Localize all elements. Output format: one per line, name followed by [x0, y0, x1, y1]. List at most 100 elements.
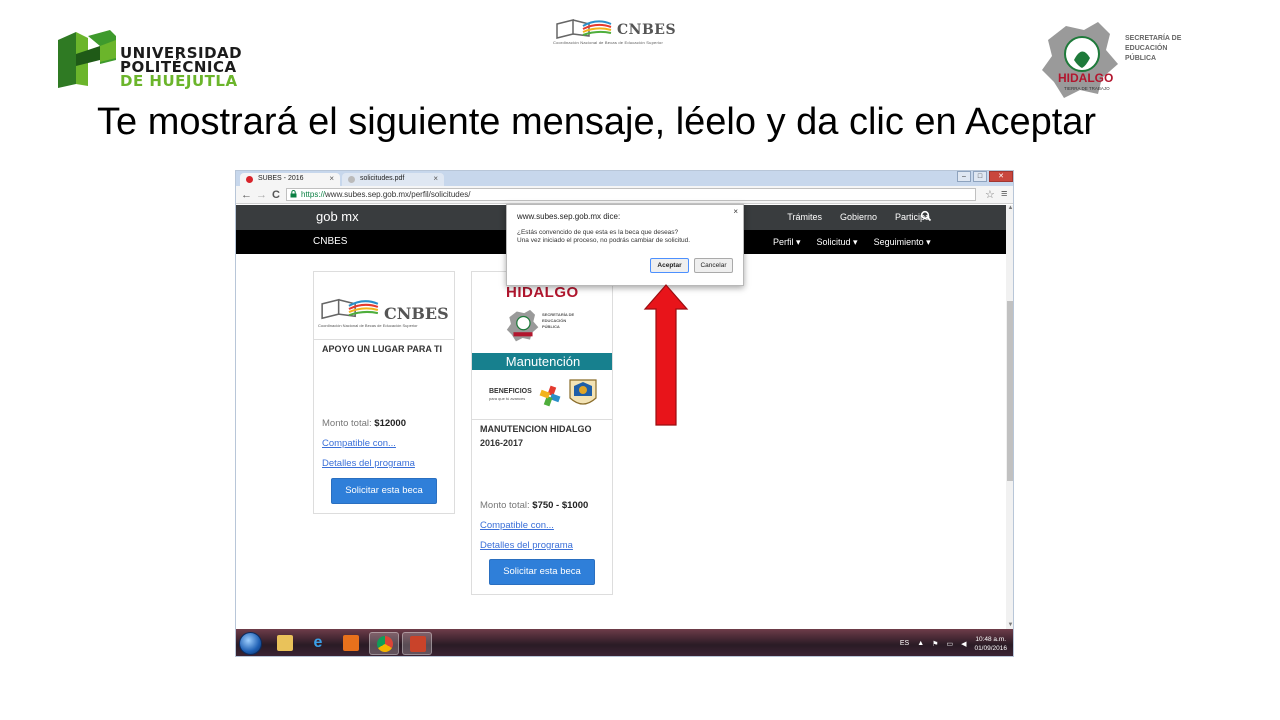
slide-title: Te mostrará el siguiente mensaje, léelo … — [97, 101, 1097, 143]
dialog-message-1: ¿Estás convencido de que esta es la beca… — [517, 229, 679, 236]
volume-icon[interactable]: ◀ — [961, 640, 966, 648]
card-image: HIDALGO SECRETARÍA DE EDUCACIÓN PÚBLICA … — [472, 272, 612, 420]
solicitar-button[interactable]: Solicitar esta beca — [489, 559, 595, 585]
url-input[interactable]: https://www.subes.sep.gob.mx/perfil/soli… — [286, 188, 976, 201]
sep-hidalgo-logo: HIDALGO TIERRA DE TRABAJO SECRETARÍA DE … — [1040, 20, 1200, 102]
compatible-link[interactable]: Compatible con... — [480, 520, 554, 531]
upn-line3: DE HUEJUTLA — [120, 72, 238, 90]
page-scrollbar[interactable]: ▲ ▼ — [1006, 205, 1013, 631]
media-player-icon — [343, 635, 359, 651]
nav-perfil[interactable]: Perfil ▾ — [773, 237, 801, 248]
windows-taskbar: e ES ▲ ⚑ ▭ ◀ 10:48 a.m. 01/09/2016 — [236, 629, 1013, 656]
browser-screenshot: SUBES - 2016 × solicitudes.pdf × – □ ✕ ←… — [235, 170, 1014, 657]
scroll-thumb[interactable] — [1007, 301, 1013, 481]
solicitar-button[interactable]: Solicitar esta beca — [331, 478, 437, 504]
tab-close-icon[interactable]: × — [329, 173, 334, 185]
cancelar-button[interactable]: Cancelar — [694, 258, 733, 273]
nav-seguimiento[interactable]: Seguimiento ▾ — [874, 237, 931, 248]
close-window-button[interactable]: ✕ — [989, 171, 1013, 182]
sep-line2: EDUCACIÓN — [1125, 45, 1168, 52]
browser-tabbar: SUBES - 2016 × solicitudes.pdf × – □ ✕ — [236, 171, 1013, 186]
language-indicator[interactable]: ES — [900, 640, 909, 647]
monto-label: Monto total: — [480, 500, 533, 511]
maximize-button[interactable]: □ — [973, 171, 987, 182]
state-crest-icon — [569, 379, 597, 405]
sep-wordmark: SECRETARÍA DE EDUCACIÓN PÚBLICA — [1125, 34, 1181, 64]
url-path: www.subes.sep.gob.mx/perfil/solicitudes/ — [325, 190, 471, 199]
hidalgo-title: HIDALGO — [506, 284, 579, 301]
tab-solicitudes-pdf[interactable]: solicitudes.pdf × — [342, 173, 444, 186]
start-button[interactable] — [239, 632, 262, 655]
compatible-link[interactable]: Compatible con... — [322, 438, 396, 449]
hidalgo-map-icon — [506, 309, 539, 342]
red-arrow-annotation — [643, 284, 689, 426]
dialog-close-icon[interactable]: × — [733, 207, 738, 216]
sep-caption: SECRETARÍA DE EDUCACIÓN PÚBLICA — [542, 312, 575, 329]
monto-value: $750 - $1000 — [532, 500, 589, 511]
reload-button[interactable]: C — [272, 188, 280, 202]
tab-subes[interactable]: SUBES - 2016 × — [240, 173, 340, 186]
browser-menu-icon[interactable]: ≡ — [1001, 188, 1007, 200]
favicon-icon — [348, 176, 355, 183]
hidalgo-map-icon: HIDALGO TIERRA DE TRABAJO — [1042, 22, 1118, 98]
tab-close-icon[interactable]: × — [433, 173, 438, 185]
monto-label: Monto total: — [322, 418, 375, 429]
tab-label: SUBES - 2016 — [258, 175, 304, 182]
upn-mark-icon — [58, 30, 116, 88]
tab-label: solicitudes.pdf — [360, 175, 405, 182]
card-title: APOYO UN LUGAR PARA TI — [322, 344, 443, 354]
aceptar-button[interactable]: Aceptar — [650, 258, 689, 273]
sep-slogan-text: TIERRA DE TRABAJO — [1064, 86, 1110, 91]
chrome-taskbar-item[interactable] — [369, 632, 399, 655]
card-monto: Monto total: $12000 — [322, 418, 406, 429]
detalles-link[interactable]: Detalles del programa — [322, 458, 415, 469]
search-icon[interactable] — [920, 210, 932, 222]
beneficios-text: BENEFICIOS — [489, 388, 532, 395]
nav-solicitud[interactable]: Solicitud ▾ — [817, 237, 858, 248]
monitor-icon[interactable]: ▭ — [946, 640, 953, 648]
address-bar: ← → C https://www.subes.sep.gob.mx/perfi… — [236, 186, 1013, 204]
beca-card-apoyo: CNBES Coordinación Nacional de Becas de … — [313, 271, 455, 514]
dialog-message-2: Una vez iniciado el proceso, no podrás c… — [517, 237, 691, 244]
manutencion-band: Manutención — [472, 353, 612, 370]
ie-taskbar-item[interactable]: e — [303, 632, 333, 655]
flag-icon[interactable]: ⚑ — [932, 640, 938, 648]
clock[interactable]: 10:48 a.m. 01/09/2016 — [974, 635, 1007, 653]
media-taskbar-item[interactable] — [336, 632, 366, 655]
beneficios-sub: para que tú avances — [489, 396, 526, 401]
forward-button[interactable]: → — [256, 188, 267, 202]
back-button[interactable]: ← — [241, 188, 252, 202]
cnbes-card-subtitle: Coordinación Nacional de Becas de Educac… — [318, 323, 418, 328]
powerpoint-icon — [410, 636, 426, 652]
card-monto: Monto total: $750 - $1000 — [480, 500, 588, 511]
folder-icon — [277, 635, 293, 651]
beca-card-manutencion: HIDALGO SECRETARÍA DE EDUCACIÓN PÚBLICA … — [471, 271, 613, 595]
cnbes-name: CNBES — [617, 22, 677, 38]
cnbes-nav-title[interactable]: CNBES — [313, 236, 347, 247]
sep-line1: SECRETARÍA DE — [1125, 35, 1182, 42]
tray-arrow-icon[interactable]: ▲ — [917, 640, 924, 647]
upn-wordmark: UNIVERSIDAD POLITÉCNICA DE HUEJUTLA — [120, 46, 242, 90]
detalles-link[interactable]: Detalles del programa — [480, 540, 573, 551]
gobmx-logo[interactable]: gob mx — [316, 209, 359, 224]
nav-gobierno[interactable]: Gobierno — [840, 212, 877, 222]
confirm-dialog: www.subes.sep.gob.mx dice: × ¿Estás conv… — [506, 204, 744, 286]
card-title: MANUTENCION HIDALGO 2016-2017 — [480, 424, 592, 448]
cnbes-card-logo: CNBES Coordinación Nacional de Becas de … — [318, 296, 449, 328]
beneficios-label: BENEFICIOS para que tú avances — [489, 388, 532, 401]
explorer-taskbar-item[interactable] — [270, 632, 300, 655]
cnbes-subtitle: Coordinación Nacional de Becas de Educac… — [553, 40, 664, 45]
powerpoint-taskbar-item[interactable] — [402, 632, 432, 655]
cnbes-books-icon — [321, 298, 379, 320]
chrome-icon — [377, 636, 393, 652]
beneficios-cross-icon — [539, 385, 561, 407]
system-tray: ES ▲ ⚑ ▭ ◀ 10:48 a.m. 01/09/2016 — [900, 632, 1007, 655]
minimize-button[interactable]: – — [957, 171, 971, 182]
bookmark-star-icon[interactable]: ☆ — [985, 188, 995, 201]
upn-logo: UNIVERSIDAD POLITÉCNICA DE HUEJUTLA — [54, 26, 244, 92]
nav-tramites[interactable]: Trámites — [787, 212, 822, 222]
cnbes-nav-links: Perfil ▾ Solicitud ▾ Seguimiento ▾ — [773, 237, 931, 248]
scroll-up-icon[interactable]: ▲ — [1006, 205, 1013, 214]
window-buttons: – □ ✕ — [957, 171, 1013, 183]
cnbes-card-name: CNBES — [384, 304, 449, 323]
